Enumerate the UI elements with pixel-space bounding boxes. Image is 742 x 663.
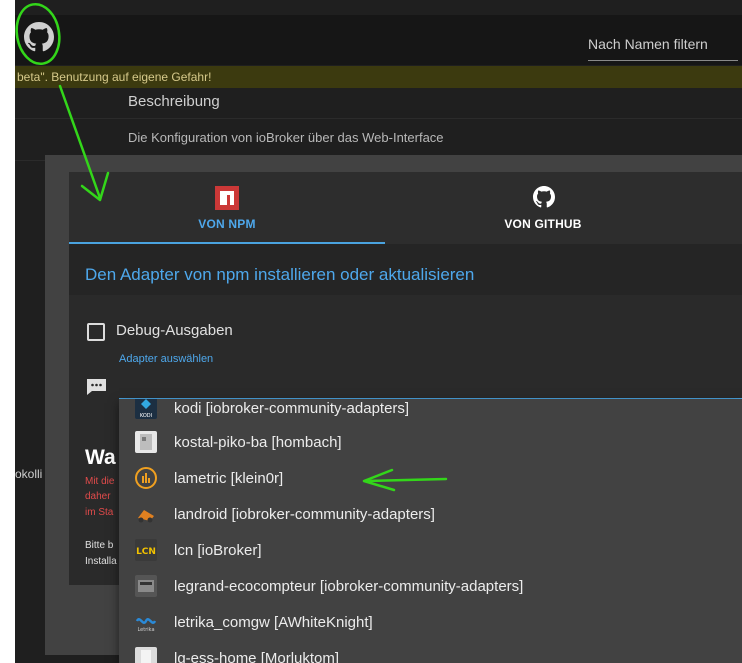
- dropdown-item-label: lcn [ioBroker]: [174, 542, 262, 559]
- debug-label[interactable]: Debug-Ausgaben: [116, 322, 233, 339]
- github-icon[interactable]: [24, 22, 54, 52]
- search-input[interactable]: [588, 36, 738, 61]
- landroid-icon: [135, 503, 157, 525]
- source-tabs: VON NPM VON GITHUB: [69, 172, 742, 244]
- dropdown-item-kostal[interactable]: kostal-piko-ba [hombach]: [119, 425, 742, 461]
- dropdown-item-label: landroid [iobroker-community-adapters]: [174, 506, 435, 523]
- column-header-description[interactable]: Beschreibung: [128, 93, 220, 110]
- dropdown-item-label: letrika_comgw [AWhiteKnight]: [174, 614, 373, 631]
- dropdown-item-legrand[interactable]: legrand-ecocompteur [iobroker-community-…: [119, 569, 742, 605]
- lg-ess-icon: [135, 647, 157, 663]
- lcn-icon: LCN: [135, 539, 157, 561]
- divider: [15, 118, 742, 119]
- dropdown-item-lg-ess-home[interactable]: lg-ess-home [Morluktom]: [119, 641, 742, 663]
- dropdown-item-lametric[interactable]: lametric [klein0r]: [119, 461, 742, 497]
- warning-text-line: Mit die: [85, 476, 115, 487]
- dropdown-item-label: kodi [iobroker-community-adapters]: [174, 400, 410, 417]
- tab-npm-label: VON NPM: [198, 217, 256, 231]
- tab-npm[interactable]: VON NPM: [69, 172, 385, 244]
- warning-text-line: daher: [85, 491, 111, 502]
- adapter-select-label: Adapter auswählen: [119, 353, 214, 365]
- dropdown-item-label: lametric [klein0r]: [174, 470, 284, 487]
- dropdown-item-letrika[interactable]: Letrika letrika_comgw [AWhiteKnight]: [119, 605, 742, 641]
- dropdown-item-label: legrand-ecocompteur [iobroker-community-…: [174, 578, 524, 595]
- dialog-title: Den Adapter von npm installieren oder ak…: [85, 265, 475, 284]
- search-field: [588, 36, 742, 61]
- adapter-description: Die Konfiguration von ioBroker über das …: [128, 130, 444, 145]
- warning-text-line: im Sta: [85, 507, 114, 518]
- letrika-icon: Letrika: [135, 611, 157, 633]
- tab-github-label: VON GITHUB: [504, 217, 582, 231]
- lcn-icon-text: LCN: [136, 547, 156, 557]
- dropdown-item-landroid[interactable]: landroid [iobroker-community-adapters]: [119, 497, 742, 533]
- dropdown-item-label: lg-ess-home [Morluktom]: [174, 650, 340, 663]
- info-text-line: Bitte b: [85, 540, 114, 551]
- dropdown-item-lcn[interactable]: LCN lcn [ioBroker]: [119, 533, 742, 569]
- warning-heading: Wa: [85, 446, 116, 469]
- letrika-icon-text: Letrika: [137, 627, 154, 633]
- dropdown-item-kodi[interactable]: KODI kodi [iobroker-community-adapters]: [119, 399, 742, 427]
- tab-github[interactable]: VON GITHUB: [385, 172, 701, 244]
- adapter-dropdown-list: KODI kodi [iobroker-community-adapters] …: [119, 399, 742, 663]
- kostal-icon: [135, 431, 157, 453]
- github-icon: [533, 186, 555, 208]
- info-text-line: Installa: [85, 556, 117, 567]
- chat-icon: [87, 379, 106, 395]
- kodi-icon: KODI: [135, 399, 157, 419]
- dropdown-item-label: kostal-piko-ba [hombach]: [174, 434, 342, 451]
- npm-icon: [215, 186, 239, 210]
- legrand-icon: [135, 575, 157, 597]
- background-text-fragment: okolli: [15, 467, 43, 481]
- kodi-icon-text: KODI: [140, 413, 152, 419]
- beta-banner: beta". Benutzung auf eigene Gefahr!: [15, 66, 742, 88]
- debug-checkbox[interactable]: [87, 323, 105, 341]
- lametric-icon: [135, 467, 157, 489]
